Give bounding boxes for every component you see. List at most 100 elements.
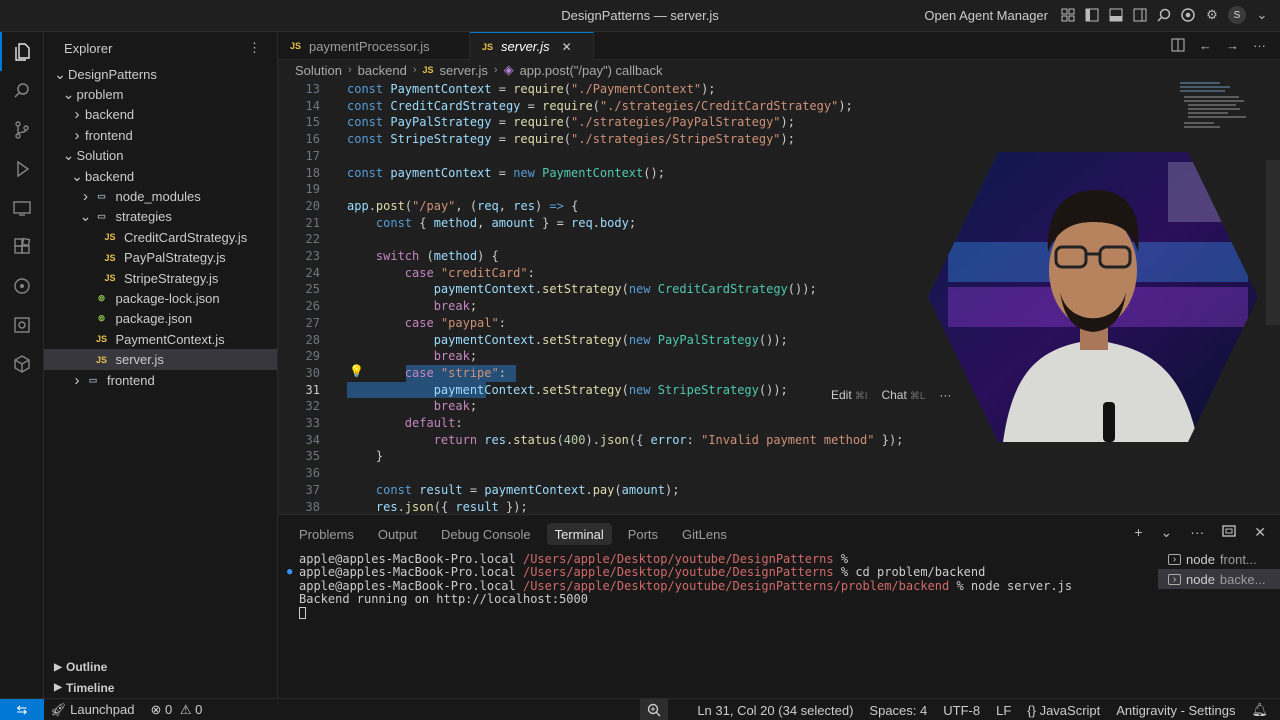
tree-item[interactable]: › ▭ node_modules bbox=[44, 186, 277, 206]
language-mode[interactable]: {} JavaScript bbox=[1027, 703, 1100, 718]
chevron-right-icon: › bbox=[83, 188, 88, 206]
settings-sync-icon[interactable] bbox=[0, 305, 44, 344]
terminal-output[interactable]: apple@apples-MacBook-Pro.local /Users/ap… bbox=[287, 552, 1072, 620]
js-file-icon: JS bbox=[104, 232, 116, 243]
code-line[interactable]: 14 const CreditCardStrategy = require("./… bbox=[278, 98, 1280, 115]
inline-edit-button[interactable]: Edit ⌘I bbox=[831, 388, 867, 402]
search-icon[interactable] bbox=[1156, 7, 1172, 23]
terminal-instance[interactable]: › node front... bbox=[1158, 549, 1280, 569]
breadcrumb-item[interactable]: backend bbox=[358, 63, 407, 78]
encoding[interactable]: UTF-8 bbox=[943, 703, 980, 718]
more-actions-icon[interactable]: ··· bbox=[1190, 524, 1204, 541]
toggle-secondary-sidebar-icon[interactable] bbox=[1132, 7, 1148, 23]
tree-item[interactable]: ⌄ problem bbox=[44, 84, 277, 104]
package-icon[interactable] bbox=[0, 344, 44, 383]
timeline-section[interactable]: ▶ Timeline bbox=[44, 678, 277, 698]
tree-item[interactable]: ⊚ package-lock.json bbox=[44, 288, 277, 308]
code-line[interactable]: 37 const result = paymentContext.pay(amo… bbox=[278, 482, 1280, 499]
editor-scrollbar[interactable] bbox=[1266, 160, 1280, 325]
remote-indicator-icon[interactable]: ⇆ bbox=[0, 699, 44, 720]
go-back-icon[interactable]: ← bbox=[1199, 38, 1212, 55]
source-control-icon[interactable] bbox=[0, 110, 44, 149]
tree-item[interactable]: ⌄ ▭ strategies bbox=[44, 207, 277, 227]
tab-payment-processor[interactable]: JS paymentProcessor.js bbox=[278, 32, 470, 60]
layout-icon[interactable] bbox=[1060, 7, 1076, 23]
tree-item-label: DesignPatterns bbox=[68, 66, 157, 82]
launchpad-button[interactable]: 🚀︎ Launchpad bbox=[50, 702, 134, 718]
json-file-icon: ⊚ bbox=[97, 313, 106, 324]
gear-icon[interactable]: ⚙ bbox=[1204, 7, 1220, 23]
tree-item[interactable]: › ▭ frontend bbox=[44, 370, 277, 390]
code-line[interactable]: 13 const PaymentContext = require("./Paym… bbox=[278, 81, 1280, 98]
tab-ports[interactable]: Ports bbox=[620, 523, 666, 545]
tree-item[interactable]: › frontend bbox=[44, 125, 277, 145]
timeline-label: Timeline bbox=[66, 680, 115, 695]
tree-item[interactable]: ⌄ backend bbox=[44, 166, 277, 186]
add-terminal-icon[interactable]: + bbox=[1134, 524, 1142, 541]
breadcrumb-item[interactable]: app.post("/pay") callback bbox=[520, 63, 663, 78]
extensions-icon[interactable] bbox=[0, 227, 44, 266]
tab-gitlens[interactable]: GitLens bbox=[674, 523, 735, 545]
tree-item[interactable]: JS StripeStrategy.js bbox=[44, 268, 277, 288]
code-text: case "creditCard": bbox=[404, 265, 535, 280]
more-actions-icon[interactable]: ··· bbox=[1253, 38, 1266, 55]
code-line[interactable]: 16 const StripeStrategy = require("./stra… bbox=[278, 131, 1280, 148]
code-line[interactable]: 38 res.json({ result }); bbox=[278, 499, 1280, 515]
explorer-icon[interactable] bbox=[0, 32, 44, 71]
settings-status[interactable]: Antigravity - Settings bbox=[1116, 703, 1235, 718]
cursor-position[interactable]: Ln 31, Col 20 (34 selected) bbox=[697, 703, 853, 718]
outline-section[interactable]: ▶ Outline bbox=[44, 657, 277, 677]
code-text: case "paypal": bbox=[404, 315, 506, 330]
tree-item[interactable]: JS server.js bbox=[44, 349, 277, 370]
breadcrumb-item[interactable]: server.js bbox=[440, 63, 488, 78]
code-line[interactable]: 36 bbox=[278, 465, 1280, 482]
tree-item[interactable]: ⌄ Solution bbox=[44, 146, 277, 166]
split-editor-icon[interactable] bbox=[1171, 38, 1185, 55]
search-icon[interactable] bbox=[0, 71, 44, 110]
run-debug-icon[interactable] bbox=[0, 149, 44, 188]
end-of-line[interactable]: LF bbox=[996, 703, 1011, 718]
tab-problems[interactable]: Problems bbox=[291, 523, 362, 545]
tree-item[interactable]: › backend bbox=[44, 105, 277, 125]
tree-item-label: PayPalStrategy.js bbox=[124, 250, 226, 266]
close-icon[interactable]: ✕ bbox=[1254, 524, 1266, 541]
problems-status[interactable]: ⊗ 0 ⚠ 0 bbox=[150, 702, 202, 718]
minimap[interactable] bbox=[1180, 80, 1266, 140]
inline-chat-button[interactable]: Chat ⌘L bbox=[881, 388, 925, 402]
gitlens-icon[interactable] bbox=[0, 266, 44, 305]
zoom-icon[interactable] bbox=[640, 699, 668, 720]
open-agent-manager-button[interactable]: Open Agent Manager bbox=[924, 8, 1048, 23]
maximize-panel-icon[interactable] bbox=[1222, 524, 1236, 541]
tree-item[interactable]: ⌄ DesignPatterns bbox=[44, 64, 277, 84]
go-forward-icon[interactable]: → bbox=[1226, 38, 1239, 55]
toggle-panel-icon[interactable] bbox=[1108, 7, 1124, 23]
chevron-down-icon[interactable]: ⌄ bbox=[1254, 7, 1270, 23]
code-text: const PayPalStrategy = require("./strate… bbox=[347, 115, 795, 130]
more-actions-icon[interactable]: ⋮ bbox=[248, 40, 261, 56]
tree-item[interactable]: JS PaymentContext.js bbox=[44, 329, 277, 349]
tab-terminal[interactable]: Terminal bbox=[546, 523, 612, 545]
remote-explorer-icon[interactable] bbox=[0, 188, 44, 227]
chrome-icon[interactable] bbox=[1180, 7, 1196, 23]
close-icon[interactable]: ✕ bbox=[562, 40, 572, 54]
indentation[interactable]: Spaces: 4 bbox=[869, 703, 927, 718]
terminal-instance[interactable]: › node backe... bbox=[1158, 569, 1280, 589]
code-line[interactable]: 15 const PayPalStrategy = require("./stra… bbox=[278, 114, 1280, 131]
tree-item-label: Solution bbox=[76, 148, 124, 164]
avatar[interactable]: S bbox=[1228, 6, 1246, 24]
tab-server-js[interactable]: JS server.js ✕ bbox=[470, 32, 594, 60]
tab-debug-console[interactable]: Debug Console bbox=[433, 523, 539, 545]
tree-item[interactable]: JS CreditCardStrategy.js bbox=[44, 227, 277, 247]
line-number: 28 bbox=[305, 332, 320, 347]
tab-output[interactable]: Output bbox=[370, 523, 425, 545]
toggle-sidebar-icon[interactable] bbox=[1084, 7, 1100, 23]
bell-icon[interactable]: 🔔︎ bbox=[1251, 702, 1268, 718]
chevron-down-icon[interactable]: ⌄ bbox=[1161, 524, 1173, 541]
code-line[interactable]: 35 } bbox=[278, 448, 1280, 465]
tree-item[interactable]: ⊚ package.json bbox=[44, 309, 277, 329]
breadcrumb-item[interactable]: Solution bbox=[295, 63, 342, 78]
tree-item[interactable]: JS PayPalStrategy.js bbox=[44, 248, 277, 268]
code-text: const StripeStrategy = require("./strate… bbox=[347, 132, 795, 147]
code-text: break; bbox=[433, 399, 478, 414]
lightbulb-icon[interactable]: 💡 bbox=[349, 364, 364, 378]
